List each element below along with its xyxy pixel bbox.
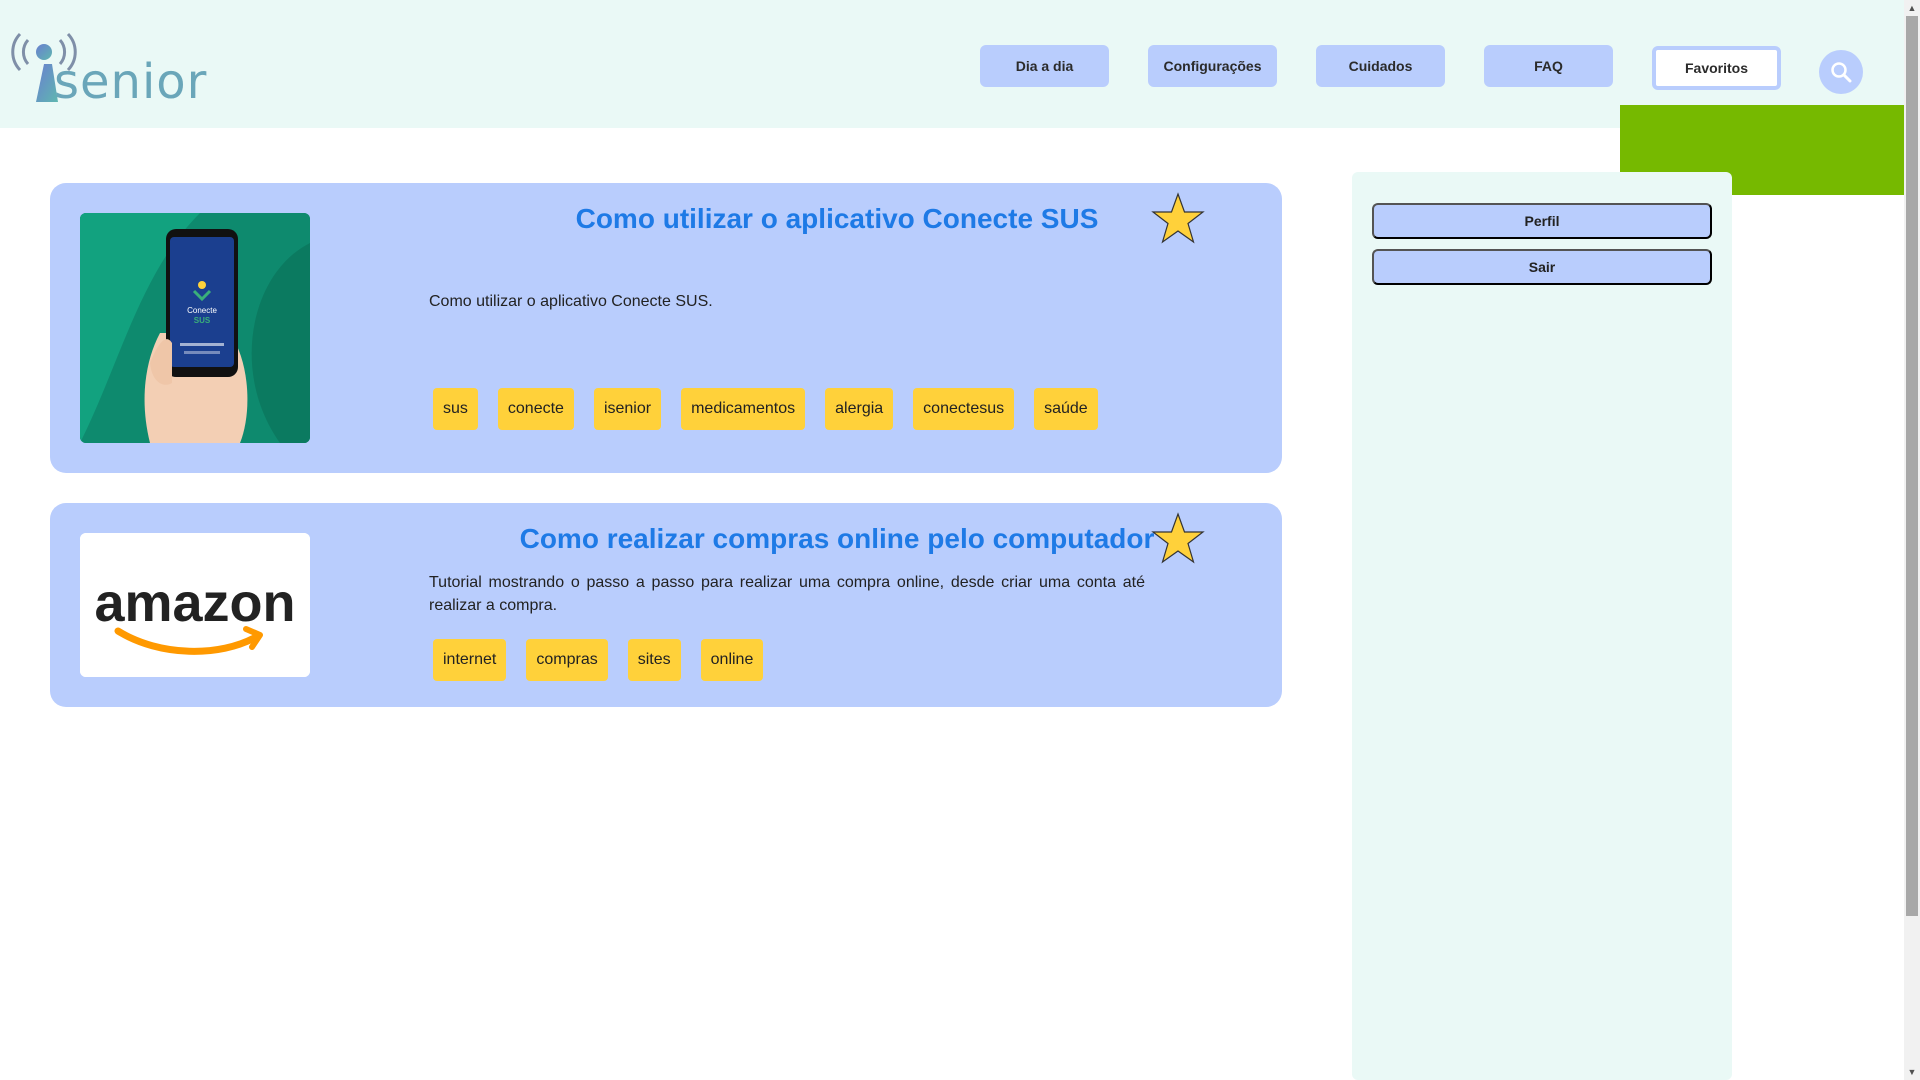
tag[interactable]: sus [433, 388, 478, 430]
tag[interactable]: conectesus [913, 388, 1015, 430]
header: senior Dia a dia Configurações Cuidados … [0, 0, 1904, 128]
tag[interactable]: compras [526, 639, 608, 681]
card-thumbnail: Conecte SUS [80, 213, 310, 443]
tag[interactable]: isenior [593, 388, 662, 430]
tag-list: sus conecte isenior medicamentos alergia… [433, 388, 1098, 430]
amazon-logo-image: amazon [80, 533, 310, 677]
user-sidebar: Perfil Sair [1352, 172, 1732, 1080]
vertical-scrollbar[interactable]: ▲ ▼ [1904, 0, 1920, 1080]
nav-favoritos-button[interactable]: Favoritos [1652, 46, 1781, 90]
tag[interactable]: internet [433, 639, 507, 681]
perfil-button[interactable]: Perfil [1372, 203, 1712, 239]
page: senior Dia a dia Configurações Cuidados … [0, 0, 1920, 1080]
card-thumbnail: amazon [80, 533, 310, 677]
tag[interactable]: saúde [1034, 388, 1098, 430]
star-icon[interactable] [1150, 191, 1206, 247]
image-text-sus: SUS [194, 316, 211, 325]
tutorial-card[interactable]: amazon Como realizar compras online pelo… [50, 503, 1282, 707]
card-description: Tutorial mostrando o passo a passo para … [429, 574, 1145, 614]
scrollbar-thumb[interactable] [1906, 16, 1918, 916]
tag[interactable]: alergia [825, 388, 894, 430]
tag[interactable]: online [700, 639, 764, 681]
card-description: Como utilizar o aplicativo Conecte SUS. [429, 293, 713, 310]
scroll-up-icon[interactable]: ▲ [1904, 0, 1920, 16]
sair-button[interactable]: Sair [1372, 249, 1712, 285]
logo-text: senior [54, 54, 208, 110]
nav-dia-a-dia-button[interactable]: Dia a dia [980, 45, 1109, 87]
star-icon[interactable] [1150, 511, 1206, 567]
search-button[interactable] [1819, 50, 1863, 94]
phone-hand-image: Conecte SUS [80, 213, 310, 443]
image-text-conecte: Conecte [187, 306, 217, 315]
nav-cuidados-button[interactable]: Cuidados [1316, 45, 1445, 87]
search-icon [1831, 62, 1852, 83]
nav-faq-button[interactable]: FAQ [1484, 45, 1613, 87]
tag[interactable]: sites [627, 639, 681, 681]
amazon-wordmark: amazon [94, 573, 295, 633]
isenior-logo[interactable]: senior [8, 24, 206, 110]
nav-configuracoes-button[interactable]: Configurações [1148, 45, 1277, 87]
tag[interactable]: medicamentos [681, 388, 806, 430]
tag-list: internet compras sites online [433, 639, 764, 681]
tutorial-card[interactable]: Conecte SUS Como utilizar o aplicativo C… [50, 183, 1282, 473]
tag[interactable]: conecte [497, 388, 574, 430]
scroll-down-icon[interactable]: ▼ [1904, 1064, 1920, 1080]
